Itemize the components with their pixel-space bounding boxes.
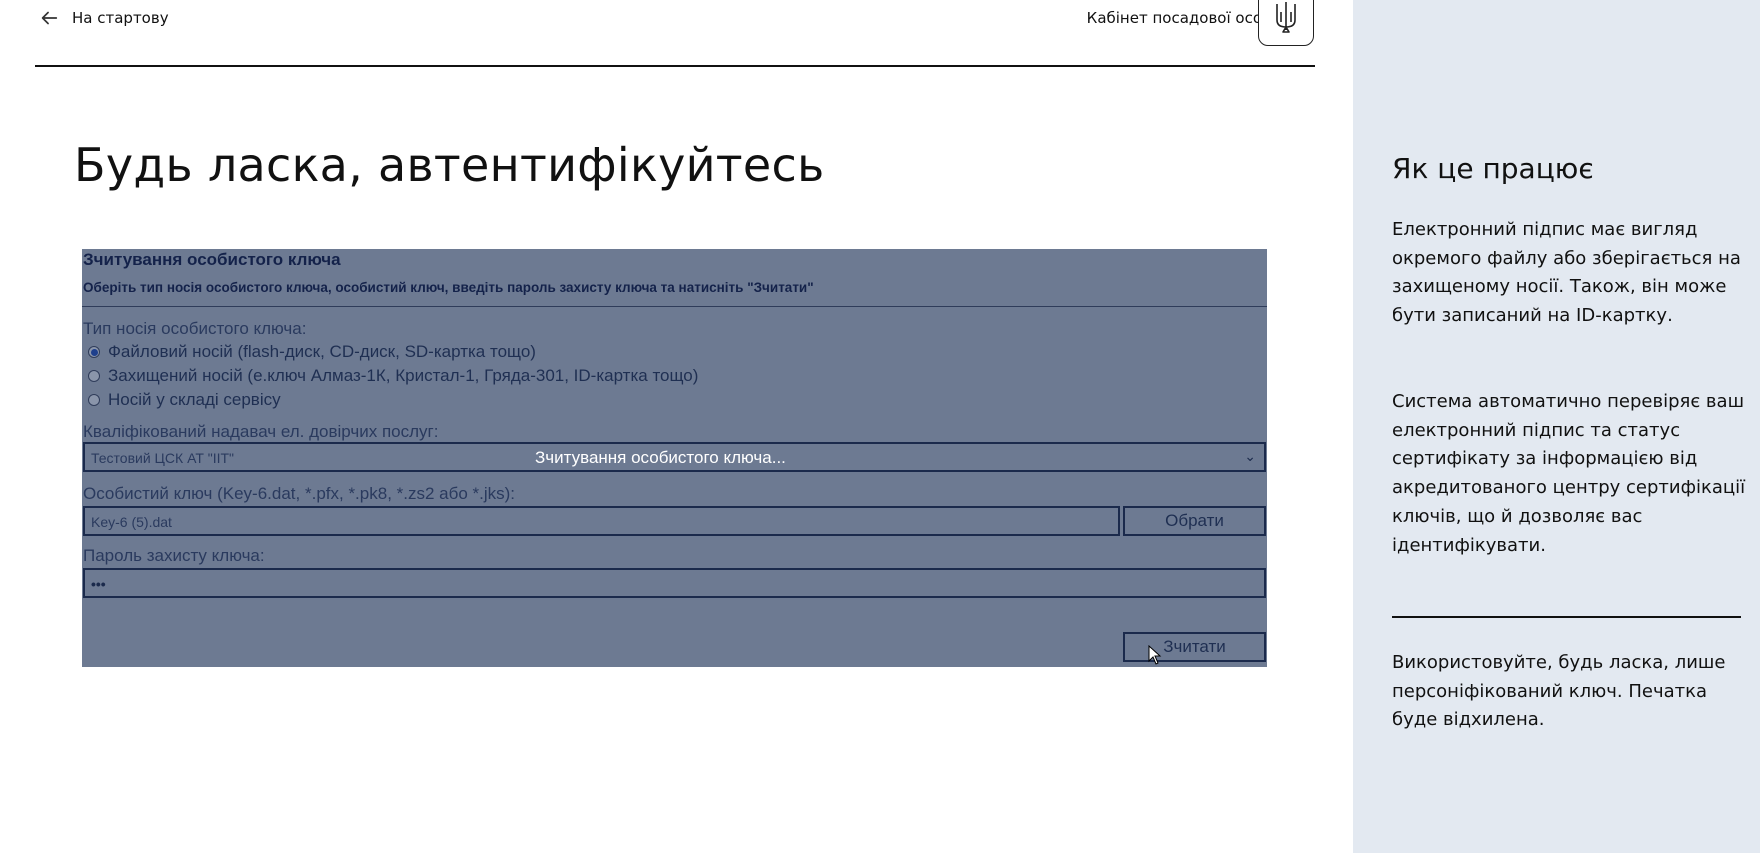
cabinet-label: Кабінет посадової особи [1086, 9, 1281, 27]
radio-button[interactable] [88, 346, 100, 358]
media-option-secure[interactable]: Захищений носій (е.ключ Алмаз-1К, Криста… [88, 366, 698, 386]
provider-select[interactable]: Тестовий ЦСК АТ "ІІТ" Зчитування особист… [83, 442, 1266, 472]
password-value: ••• [91, 576, 106, 592]
choose-file-button[interactable]: Обрати [1123, 506, 1266, 536]
media-type-label: Тип носія особистого ключа: [83, 319, 307, 338]
provider-value: Тестовий ЦСК АТ "ІІТ" [91, 450, 235, 466]
page-title: Будь ласка, автентифікуйтесь [74, 138, 825, 192]
trident-logo[interactable] [1258, 0, 1314, 46]
key-reading-dialog: Зчитування особистого ключа Оберіть тип … [82, 249, 1267, 667]
key-file-input[interactable]: Key-6 (5).dat [83, 506, 1120, 536]
info-sidebar: Як це працює Електронний підпис має вигл… [1353, 0, 1760, 853]
radio-button[interactable] [88, 370, 100, 382]
key-file-label: Особистий ключ (Key-6.dat, *.pfx, *.pk8,… [83, 484, 516, 503]
sidebar-paragraph-1: Електронний підпис має вигляд окремого ф… [1392, 219, 1741, 327]
media-option-label: Захищений носій (е.ключ Алмаз-1К, Криста… [108, 366, 699, 385]
dialog-divider [82, 306, 1267, 307]
provider-label: Кваліфікований надавач ел. довірчих посл… [83, 422, 439, 441]
key-file-value: Key-6 (5).dat [91, 514, 172, 530]
arrow-left-icon [41, 11, 58, 25]
dialog-title: Зчитування особистого ключа [83, 250, 341, 269]
radio-button[interactable] [88, 394, 100, 406]
back-to-start-link[interactable]: На стартову [38, 7, 169, 29]
password-input[interactable]: ••• [83, 568, 1266, 598]
sidebar-note: Використовуйте, будь ласка, лише персоні… [1392, 652, 1726, 731]
media-option-label: Носій у складі сервісу [108, 390, 281, 409]
mouse-cursor-icon [1148, 645, 1162, 665]
media-option-file[interactable]: Файловий носій (flash-диск, CD-диск, SD-… [88, 342, 536, 362]
media-option-label: Файловий носій (flash-диск, CD-диск, SD-… [108, 342, 536, 361]
trident-icon [1276, 2, 1296, 33]
chevron-down-icon: ⌄ [1244, 448, 1256, 464]
media-option-service[interactable]: Носій у складі сервісу [88, 390, 281, 410]
main-area: На стартову Кабінет посадової особи Будь… [0, 0, 1353, 853]
password-label: Пароль захисту ключа: [83, 546, 265, 565]
dialog-subtitle: Оберіть тип носія особистого ключа, особ… [83, 280, 814, 295]
sidebar-title: Як це працює [1392, 152, 1594, 185]
loading-status-text: Зчитування особистого ключа... [535, 448, 786, 467]
back-link-label: На стартову [72, 9, 169, 27]
sidebar-divider [1392, 616, 1741, 618]
sidebar-paragraph-2: Система автоматично перевіряє ваш електр… [1392, 391, 1746, 556]
header-divider [35, 65, 1315, 67]
read-key-button[interactable]: Зчитати [1123, 632, 1266, 662]
